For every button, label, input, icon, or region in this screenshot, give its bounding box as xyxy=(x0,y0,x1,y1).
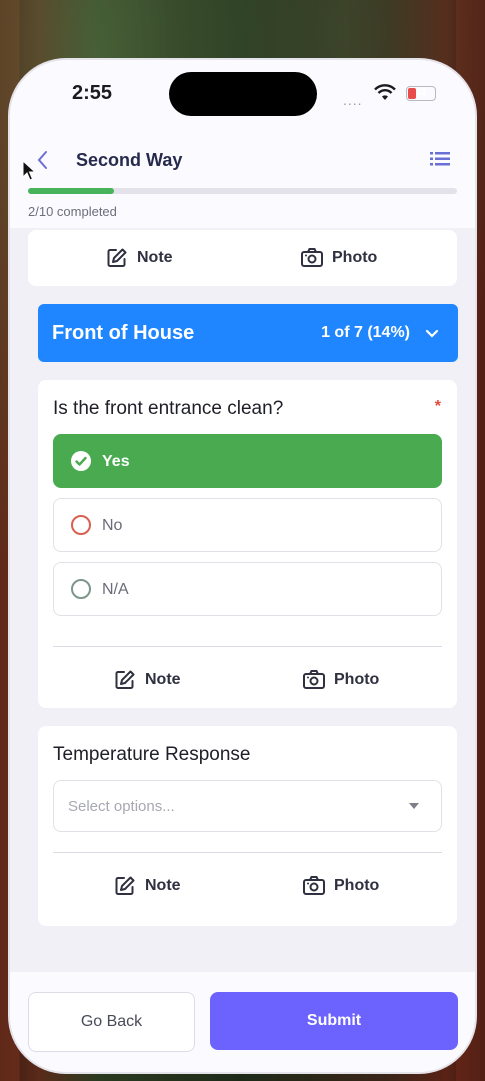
dynamic-island xyxy=(169,72,317,116)
chevron-down-icon xyxy=(425,329,439,338)
question-card-temperature: Temperature Response Select options... N… xyxy=(38,726,457,926)
check-circle-icon xyxy=(71,451,91,471)
wifi-icon xyxy=(374,84,396,100)
divider xyxy=(53,646,442,647)
section-progress: 1 of 7 (14%) xyxy=(321,324,410,341)
note-label: Note xyxy=(145,877,181,894)
photo-label: Photo xyxy=(334,877,380,894)
note-edit-icon xyxy=(115,670,135,689)
section-title: Front of House xyxy=(52,322,195,344)
progress-fill xyxy=(28,188,114,194)
option-label: No xyxy=(102,517,123,534)
photo-label: Photo xyxy=(332,249,378,266)
question-text: Is the front entrance clean? xyxy=(53,398,284,419)
camera-icon xyxy=(303,670,325,689)
note-edit-icon xyxy=(115,876,135,895)
option-label: N/A xyxy=(102,581,129,598)
divider xyxy=(53,852,442,853)
radio-circle-icon xyxy=(71,515,91,535)
page-title: Second Way xyxy=(76,150,183,170)
photo-button[interactable]: Photo xyxy=(302,874,379,898)
option-yes[interactable]: Yes xyxy=(53,434,442,488)
option-label: Yes xyxy=(102,453,130,470)
note-button[interactable]: Note xyxy=(113,668,181,692)
status-bar: 2:55 .... 13 xyxy=(10,60,475,130)
submit-button[interactable]: Submit xyxy=(210,992,458,1050)
navigation-bar: Second Way xyxy=(10,142,475,178)
status-time: 2:55 xyxy=(72,82,113,104)
photo-button[interactable]: Photo xyxy=(300,246,377,270)
option-na[interactable]: N/A xyxy=(53,562,442,616)
camera-icon xyxy=(303,876,325,895)
list-menu-icon[interactable] xyxy=(430,152,450,166)
mouse-cursor-icon xyxy=(22,160,36,181)
select-options-dropdown[interactable]: Select options... xyxy=(53,780,442,832)
radio-circle-icon xyxy=(71,579,91,599)
required-marker: * xyxy=(434,398,441,415)
battery-icon: 13 xyxy=(406,86,436,101)
go-back-button[interactable]: Go Back xyxy=(28,992,195,1052)
note-button[interactable]: Note xyxy=(113,874,181,898)
option-no[interactable]: No xyxy=(53,498,442,552)
progress-bar xyxy=(28,188,457,194)
camera-icon xyxy=(301,248,323,267)
progress-label: 2/10 completed xyxy=(28,204,117,219)
note-button[interactable]: Note xyxy=(105,246,173,270)
question-text: Temperature Response xyxy=(53,744,251,765)
dropdown-caret-icon xyxy=(409,803,419,809)
footer-bar: Go Back Submit xyxy=(10,972,475,1072)
battery-level: 13 xyxy=(415,87,427,98)
note-label: Note xyxy=(145,671,181,688)
question-card-entrance: Is the front entrance clean? * Yes No N/… xyxy=(38,380,457,708)
photo-button[interactable]: Photo xyxy=(302,668,379,692)
note-label: Note xyxy=(137,249,173,266)
checklist-scroll-area[interactable]: Note Photo Front of House 1 of 7 (14%) I… xyxy=(10,228,475,972)
top-actions-card: Note Photo xyxy=(28,230,457,286)
note-edit-icon xyxy=(107,248,127,267)
select-placeholder: Select options... xyxy=(68,798,175,815)
section-header[interactable]: Front of House 1 of 7 (14%) xyxy=(38,304,458,362)
photo-label: Photo xyxy=(334,671,380,688)
signal-icon: .... xyxy=(343,92,363,108)
phone-screen: 2:55 .... 13 Second Way 2/10 completed N… xyxy=(10,60,475,1072)
